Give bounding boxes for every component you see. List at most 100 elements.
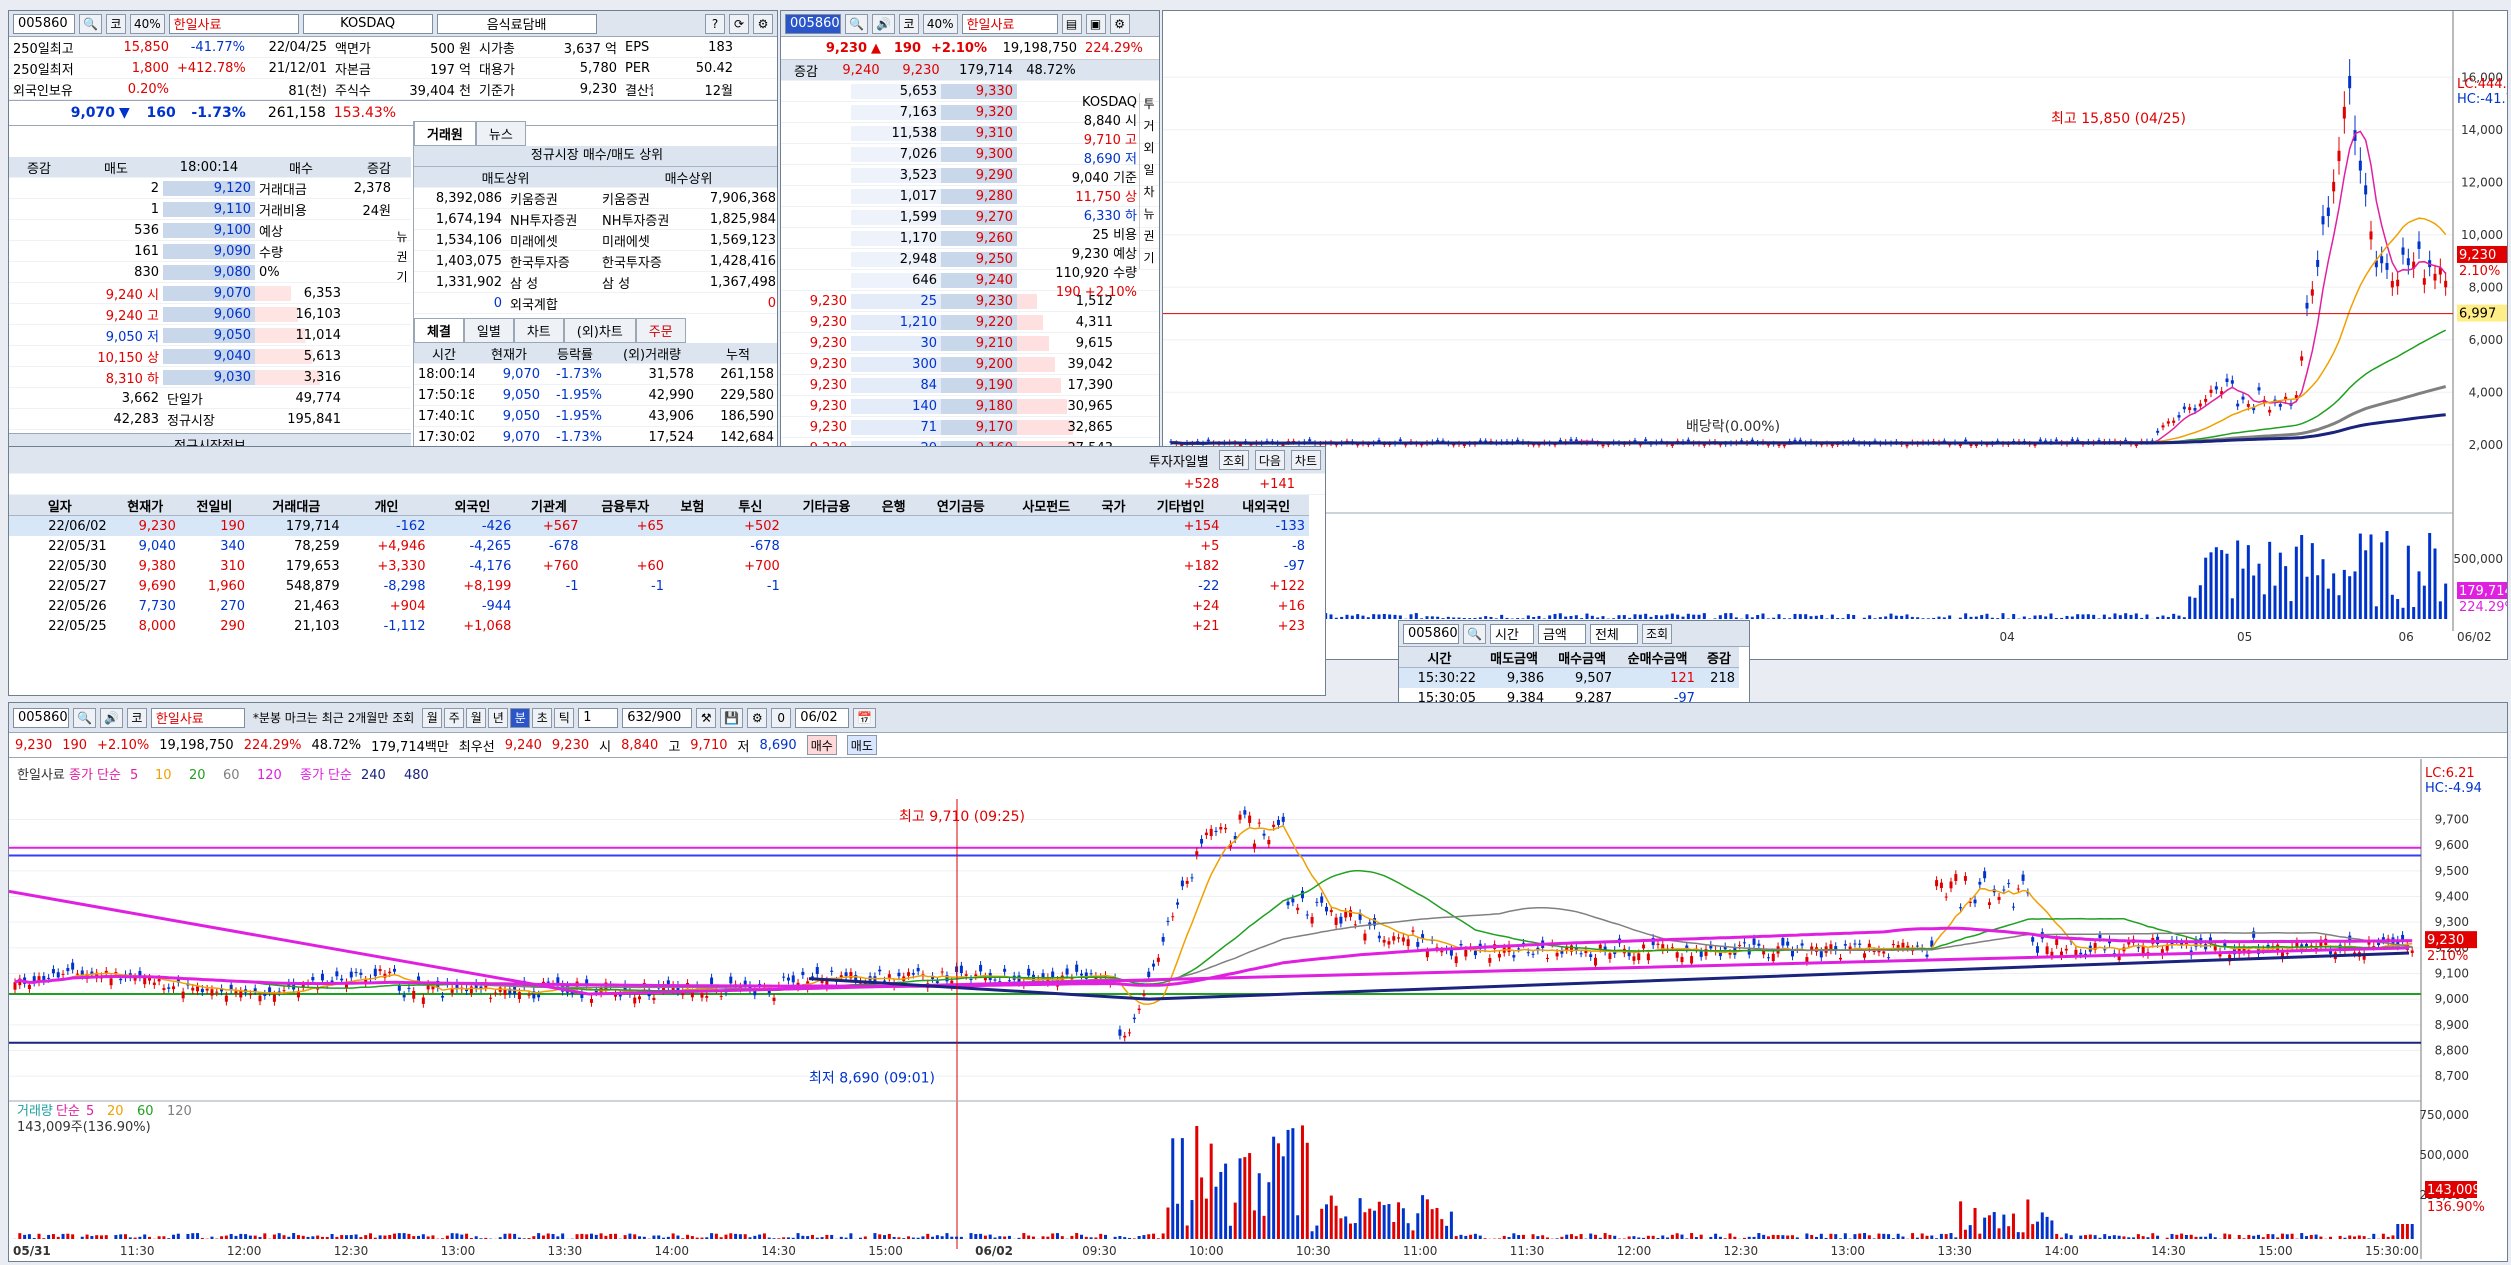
period-button[interactable]: 분 [510, 707, 531, 728]
speaker-icon[interactable]: 🔊 [871, 13, 895, 34]
bid-row[interactable]: 8,310 하 9,030 3,316 [9, 367, 411, 388]
sell-button[interactable]: 매도 [846, 735, 877, 755]
tick-select-amount[interactable]: 금액 [1537, 623, 1586, 644]
side-tab[interactable]: 뉴 [393, 227, 411, 247]
tick-query-button[interactable]: 조회 [1641, 623, 1673, 644]
gear-icon[interactable]: ⚙ [753, 13, 773, 34]
broker-tab[interactable]: 거래원 [414, 121, 476, 146]
search-icon[interactable]: 🔍 [845, 13, 868, 34]
ob-side-tab[interactable]: 외 [1140, 137, 1158, 159]
trade-tab[interactable]: 체결 [414, 318, 464, 343]
candle-body [2417, 241, 2421, 249]
x-tick-label: 13:30 [1937, 1244, 1972, 1258]
help-icon[interactable]: ? [705, 13, 725, 34]
trade-tab[interactable]: 일별 [463, 318, 514, 343]
ob-side-tab[interactable]: 투 [1140, 93, 1158, 115]
ob-side-tab[interactable]: 뉴 [1140, 203, 1158, 225]
tick-select-time[interactable]: 시간 [1489, 623, 1534, 644]
investor-next-button[interactable]: 다음 [1254, 450, 1285, 470]
broker-tab[interactable]: 뉴스 [475, 121, 526, 146]
period-button[interactable]: 월 [466, 707, 487, 728]
stock-name-field[interactable]: 한일사료 [168, 13, 299, 34]
window-icon[interactable]: ▣ [1085, 13, 1106, 34]
ob-side-tab[interactable]: 권 [1140, 225, 1158, 247]
interval-select[interactable]: 1 [578, 707, 619, 728]
candle-body [1925, 954, 1929, 957]
ob-code-input[interactable]: 005860 [785, 13, 841, 34]
gear-icon[interactable]: ⚙ [1109, 13, 1130, 34]
ask-row[interactable]: 161 9,090 수량 [9, 241, 411, 262]
period-button[interactable]: 주 [444, 707, 465, 728]
buy-button[interactable]: 매수 [806, 735, 837, 755]
info-cell: 9,230 [579, 81, 617, 97]
investor-row[interactable]: 22/05/31 9,040 340 78,259 +4,946 -4,265 -678 -6… [9, 536, 1309, 556]
search-icon[interactable]: 🔍 [79, 13, 102, 34]
date-field[interactable]: 06/02 [795, 707, 850, 728]
bid-row[interactable]: 9,240 시 9,070 6,353 [9, 283, 411, 304]
ob-side-tab[interactable]: 일 [1140, 159, 1158, 181]
trade-tab[interactable]: (외)차트 [563, 318, 636, 343]
tick-code-input[interactable]: 005860 [1403, 623, 1459, 644]
investor-row[interactable]: 22/05/26 7,730 270 21,463 +904 -944 +24 +16 [9, 596, 1309, 616]
investor-row[interactable]: 22/05/25 8,000 290 21,103 -1,112 +1,068 +21 +23 [9, 616, 1309, 636]
minute-code-input[interactable]: 005860 [13, 707, 69, 728]
period-button[interactable]: 초 [532, 707, 553, 728]
tool-icon[interactable]: ⚒ [696, 707, 717, 728]
save-icon[interactable]: 💾 [720, 707, 744, 728]
volume-bar [2208, 1233, 2212, 1239]
investor-row[interactable]: 22/05/27 9,690 1,960 548,879 -8,298 +8,199 -1-… [9, 576, 1309, 596]
ob-bid-row[interactable]: 9,230 84 9,190 17,390 [781, 375, 1159, 396]
search-icon[interactable]: 🔍 [1463, 623, 1486, 644]
period-button[interactable]: 년 [488, 707, 509, 728]
minute-chart[interactable]: 한일사료 종가 단순 5 10 20 60 120 종가 단순 240 4809,7009,600… [9, 759, 2508, 1259]
ask-row[interactable]: 1 9,110 거래비용 24원 [9, 199, 411, 220]
bid-row[interactable]: 9,240 고 9,060 16,103 [9, 304, 411, 325]
period-button[interactable]: 틱 [554, 707, 575, 728]
ob-ask-qty: 646 [851, 272, 941, 288]
volume-bar [1272, 1136, 1276, 1239]
candle-body [1195, 851, 1199, 856]
layout-icon[interactable]: ▤ [1061, 13, 1082, 34]
ob-side-tab[interactable]: 거 [1140, 115, 1158, 137]
ask-row[interactable]: 536 9,100 예상 [9, 220, 411, 241]
daily-chart[interactable]: 16,00014,00012,00010,0008,0006,0004,0002… [1163, 11, 2508, 660]
ob-side-tab[interactable]: 차 [1140, 181, 1158, 203]
stock-code-input[interactable]: 005860 [13, 13, 75, 34]
ob-bid-row[interactable]: 9,230 30 9,210 9,615 [781, 333, 1159, 354]
d-checkbox[interactable]: 0 [771, 707, 792, 728]
investor-chart-button[interactable]: 차트 [1290, 450, 1321, 470]
gear-icon[interactable]: ⚙ [747, 707, 768, 728]
volume-bar [1598, 1237, 1602, 1239]
trade-tab[interactable]: 차트 [513, 318, 564, 343]
ask-row[interactable]: 830 9,080 0% [9, 262, 411, 283]
ob-side-tab[interactable]: 기 [1140, 247, 1158, 269]
trade-tab[interactable]: 주문 [635, 318, 686, 343]
ob-bid-row[interactable]: 9,230 300 9,200 39,042 [781, 354, 1159, 375]
volume-bar [1632, 1236, 1636, 1239]
refresh-icon[interactable]: ⟳ [729, 13, 749, 34]
tick-select-all[interactable]: 전체 [1589, 623, 1638, 644]
investor-row[interactable]: 22/05/30 9,380 310 179,653 +3,330 -4,176 +760 +… [9, 556, 1309, 576]
ob-bid-row[interactable]: 9,230 1,210 9,220 4,311 [781, 312, 1159, 333]
period-button[interactable]: 월 [422, 707, 443, 728]
minute-name-field[interactable]: 한일사료 [150, 707, 245, 728]
candle-body [2165, 945, 2169, 951]
side-tab[interactable]: 권 [393, 247, 411, 267]
side-tab[interactable]: 기 [393, 267, 411, 287]
ob-bid-row[interactable]: 9,230 140 9,180 30,965 [781, 396, 1159, 417]
ob-rate: +2.10% [931, 40, 987, 56]
investor-row[interactable]: 22/06/02 9,230 190 179,714 -162 -426 +567 +65 +5… [9, 515, 1309, 536]
tick-row[interactable]: 15:30:22 9,386 9,507 121 218 [1399, 667, 1739, 688]
bid-row[interactable]: 9,050 저 9,050 11,014 [9, 325, 411, 346]
speaker-icon[interactable]: 🔊 [99, 707, 123, 728]
volume-bar [224, 1235, 228, 1239]
investor-header-cell: 개인 [343, 495, 430, 516]
calendar-icon[interactable]: 📅 [853, 707, 877, 728]
investor-query-button[interactable]: 조회 [1218, 450, 1249, 470]
ob-name-field[interactable]: 한일사료 [961, 13, 1058, 34]
investor-cell: 22/05/26 [48, 598, 107, 614]
ask-row[interactable]: 2 9,120 거래대금 2,378 [9, 178, 411, 199]
ob-bid-row[interactable]: 9,230 71 9,170 32,865 [781, 417, 1159, 438]
search-icon[interactable]: 🔍 [73, 707, 96, 728]
bid-row[interactable]: 10,150 상 9,040 5,613 [9, 346, 411, 367]
